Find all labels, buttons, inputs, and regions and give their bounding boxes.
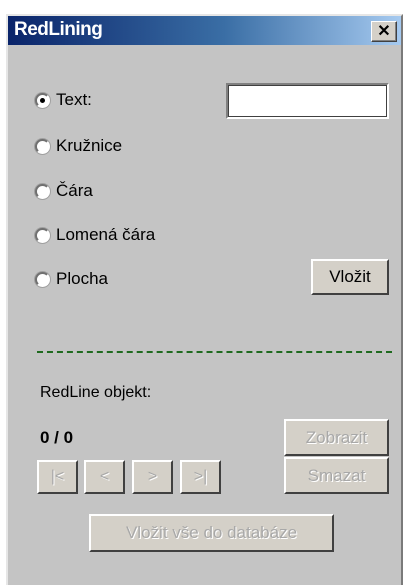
radio-label-circle: Kružnice [56, 136, 123, 155]
insert-all-button[interactable]: Vložit vše do databáze [89, 514, 334, 552]
radio-label-area: Plocha [56, 269, 108, 288]
text-input[interactable] [226, 83, 389, 119]
first-icon: |< [50, 468, 65, 485]
radio-button-icon[interactable] [35, 271, 50, 287]
radio-circle[interactable]: Kružnice [35, 135, 122, 157]
delete-button[interactable]: Smazat [284, 457, 389, 494]
section-divider [37, 351, 392, 353]
insert-button[interactable]: Vložit [311, 259, 389, 295]
radio-button-icon[interactable] [35, 138, 50, 154]
close-icon: ✕ [377, 22, 391, 40]
close-button[interactable]: ✕ [371, 21, 397, 42]
radio-polyline[interactable]: Lomená čára [35, 224, 155, 246]
window-title: RedLining [14, 19, 103, 40]
last-icon: >| [193, 468, 208, 485]
redline-counter: 0 / 0 [40, 428, 74, 447]
radio-button-icon[interactable] [35, 183, 50, 199]
prev-icon: < [99, 468, 110, 485]
next-icon: > [147, 468, 158, 485]
radio-line[interactable]: Čára [35, 180, 93, 202]
show-button[interactable]: Zobrazit [284, 419, 389, 456]
show-button-label: Zobrazit [305, 427, 368, 447]
radio-area[interactable]: Plocha [35, 268, 108, 290]
radio-button-selected-icon[interactable] [35, 92, 50, 108]
nav-next-button[interactable]: > [132, 460, 173, 494]
radio-label-line: Čára [56, 181, 93, 200]
radio-label-polyline: Lomená čára [56, 225, 156, 244]
redline-heading: RedLine objekt: [40, 384, 152, 401]
insert-all-button-label: Vložit vše do databáze [125, 523, 298, 542]
nav-last-button[interactable]: >| [180, 460, 221, 494]
redlining-window: RedLining ✕ Text: Kružnice Čára Lomená č… [6, 14, 403, 585]
nav-first-button[interactable]: |< [37, 460, 78, 494]
radio-label-text: Text: [56, 90, 92, 109]
radio-button-icon[interactable] [35, 227, 50, 243]
insert-button-label: Vložit [329, 267, 371, 286]
nav-prev-button[interactable]: < [84, 460, 125, 494]
radio-text[interactable]: Text: [35, 89, 92, 111]
title-bar[interactable]: RedLining ✕ [8, 16, 401, 45]
delete-button-label: Smazat [307, 465, 366, 485]
